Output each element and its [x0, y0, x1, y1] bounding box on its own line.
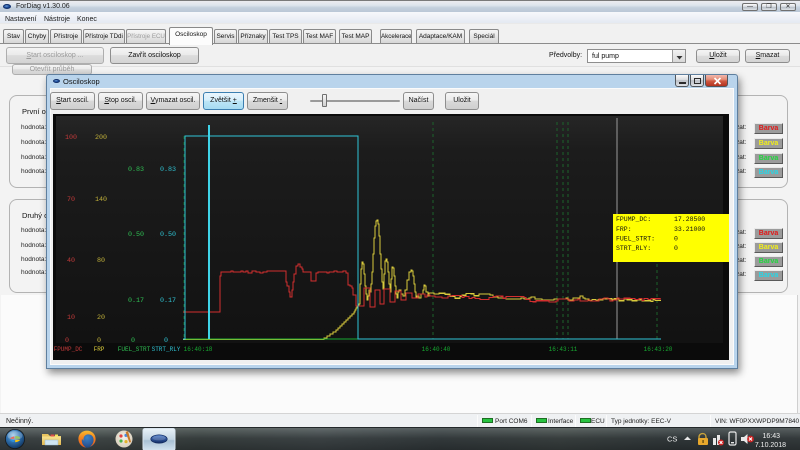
svg-text:FPUMP_DC:: FPUMP_DC: — [616, 216, 651, 223]
svg-text:100: 100 — [65, 134, 77, 142]
svg-text:0: 0 — [65, 337, 69, 345]
svg-text:20: 20 — [97, 314, 105, 322]
svg-text:0.83: 0.83 — [160, 166, 176, 174]
svg-text:7.10.2018: 7.10.2018 — [755, 442, 786, 449]
svg-text:0: 0 — [164, 337, 168, 345]
svg-text:0.83: 0.83 — [128, 166, 144, 174]
svg-text:FRP:: FRP: — [616, 226, 632, 233]
svg-text:16:43: 16:43 — [762, 433, 780, 440]
svg-text:0.17: 0.17 — [160, 297, 176, 305]
svg-text:0.50: 0.50 — [128, 231, 144, 239]
svg-text:80: 80 — [97, 257, 105, 265]
svg-text:0.50: 0.50 — [160, 231, 176, 239]
svg-text:STRT_RLY:: STRT_RLY: — [616, 245, 651, 252]
svg-text:140: 140 — [95, 196, 107, 204]
svg-text:16:43:20: 16:43:20 — [644, 346, 673, 353]
svg-text:0: 0 — [674, 236, 678, 243]
svg-text:STRT_RLY: STRT_RLY — [152, 346, 181, 353]
svg-text:0: 0 — [674, 245, 678, 252]
svg-text:16:43:11: 16:43:11 — [549, 346, 578, 353]
svg-text:10: 10 — [67, 314, 75, 322]
svg-text:200: 200 — [95, 134, 107, 142]
svg-text:33.21000: 33.21000 — [674, 226, 705, 233]
svg-text:0: 0 — [97, 337, 101, 345]
svg-text:FUEL_STRT: FUEL_STRT — [118, 346, 151, 353]
svg-text:CS: CS — [667, 435, 677, 444]
svg-text:16:40:40: 16:40:40 — [422, 346, 451, 353]
svg-text:FUEL_STRT:: FUEL_STRT: — [616, 236, 655, 243]
svg-text:17.28500: 17.28500 — [674, 216, 705, 223]
svg-text:0.17: 0.17 — [128, 297, 144, 305]
svg-text:FRP: FRP — [94, 346, 105, 353]
svg-text:FPUMP_DC: FPUMP_DC — [54, 346, 83, 353]
svg-text:0: 0 — [131, 337, 135, 345]
svg-text:40: 40 — [67, 257, 75, 265]
svg-text:16:40:18: 16:40:18 — [184, 346, 213, 353]
svg-text:70: 70 — [67, 196, 75, 204]
